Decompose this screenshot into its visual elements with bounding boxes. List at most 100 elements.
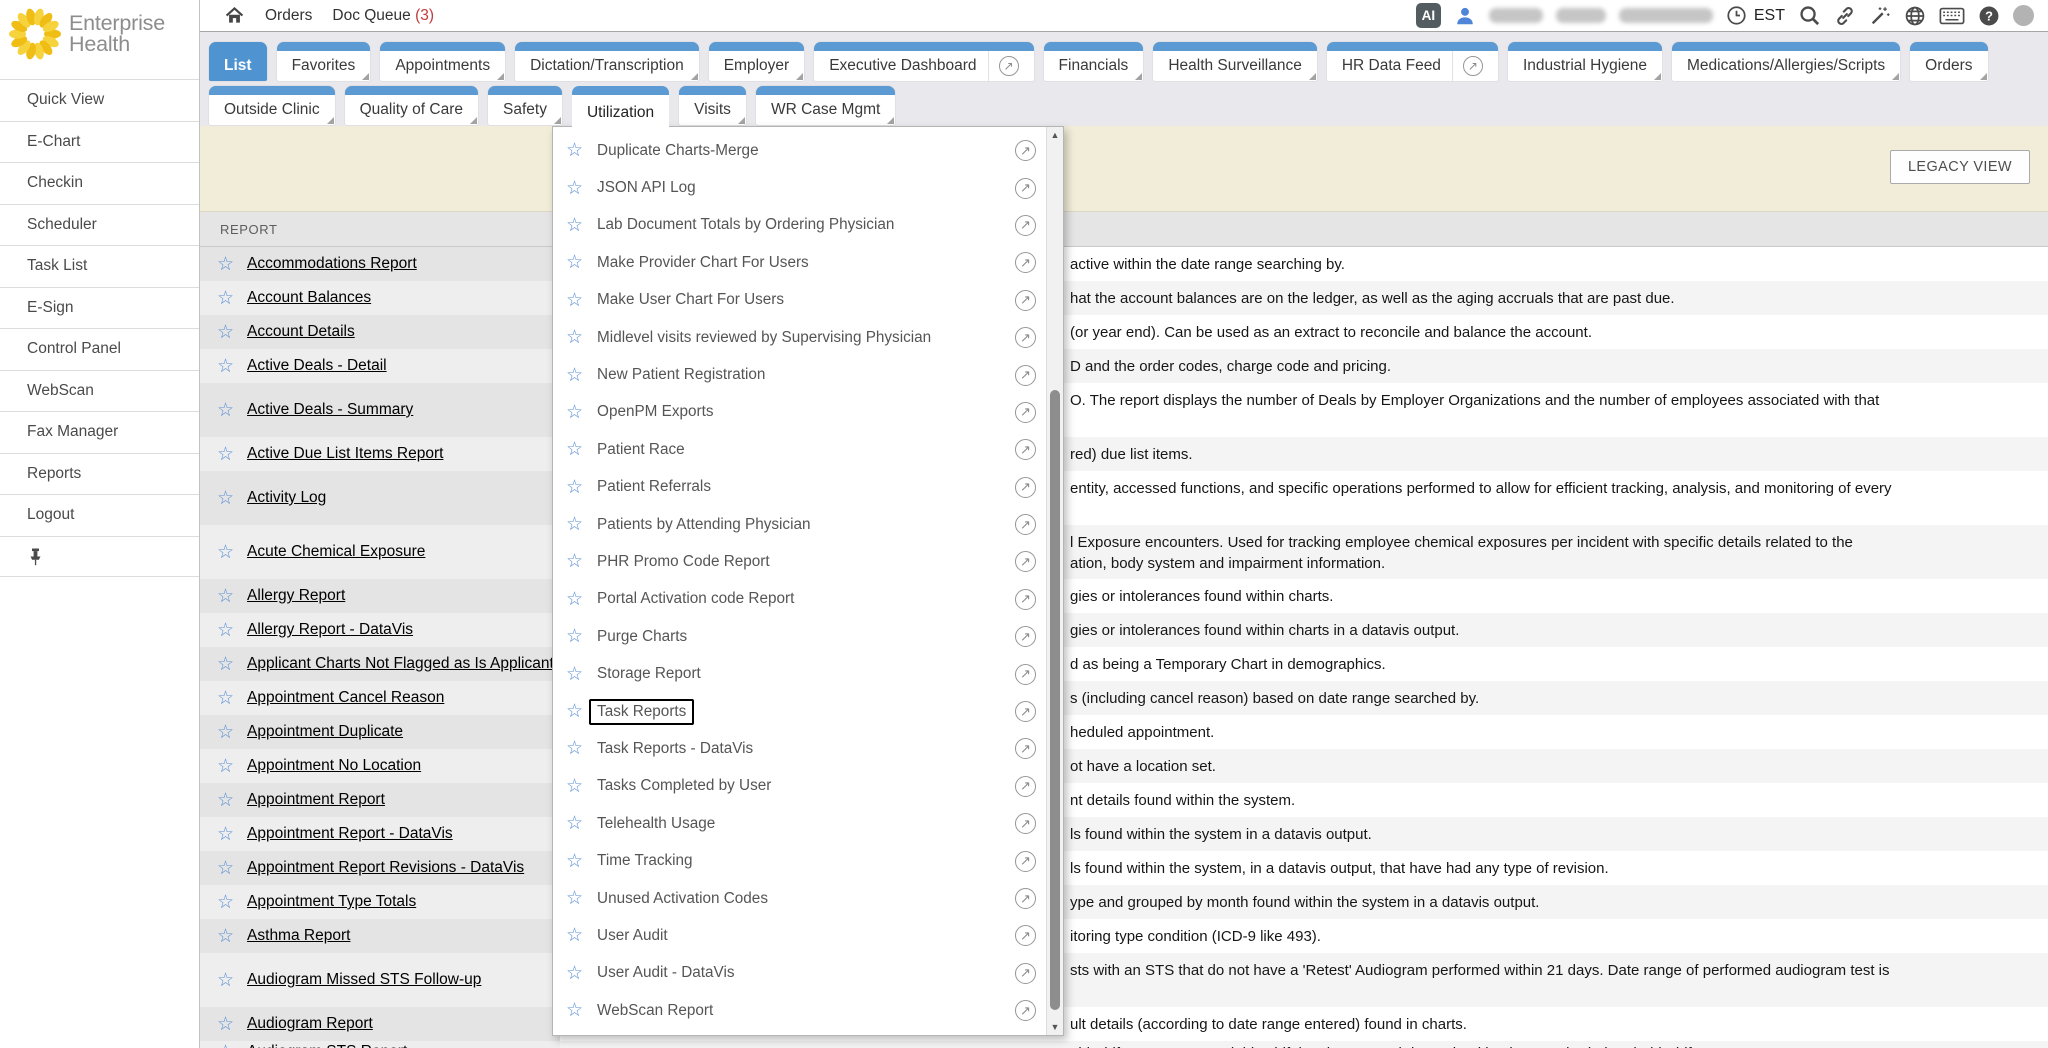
user-icon[interactable]: [1454, 5, 1476, 27]
tab-wr-case-mgmt[interactable]: WR Case Mgmt: [756, 86, 895, 125]
report-link[interactable]: Active Deals - Summary: [247, 401, 413, 419]
sidebar-item-task-list[interactable]: Task List: [0, 245, 199, 287]
favorite-star-icon[interactable]: ☆: [217, 255, 234, 274]
report-link[interactable]: Appointment Report - DataVis: [247, 825, 453, 843]
favorite-star-icon[interactable]: ☆: [566, 739, 583, 758]
dropdown-item-json-api-log[interactable]: ☆JSON API Log↗: [553, 169, 1063, 206]
favorite-star-icon[interactable]: ☆: [566, 253, 583, 272]
favorite-star-icon[interactable]: ☆: [217, 971, 234, 990]
dropdown-item-patient-referrals[interactable]: ☆Patient Referrals↗: [553, 469, 1063, 506]
report-link[interactable]: Audiogram Report: [247, 1015, 373, 1033]
open-in-new-window[interactable]: ↗: [1015, 252, 1036, 273]
wand-icon[interactable]: [1869, 5, 1891, 27]
favorite-star-icon[interactable]: ☆: [217, 489, 234, 508]
enterprise-health-logo[interactable]: Enterprise Health: [0, 0, 199, 67]
tab-medications-allergies-scripts[interactable]: Medications/Allergies/Scripts: [1672, 42, 1900, 81]
favorite-star-icon[interactable]: ☆: [566, 889, 583, 908]
external-link[interactable]: ↗: [1452, 51, 1483, 81]
sidebar-item-logout[interactable]: Logout: [0, 494, 199, 536]
open-in-new-window[interactable]: ↗: [1015, 514, 1036, 535]
dropdown-item-make-provider-chart-for-users[interactable]: ☆Make Provider Chart For Users↗: [553, 244, 1063, 281]
link-icon[interactable]: [1834, 5, 1856, 27]
legacy-view-button[interactable]: LEGACY VIEW: [1890, 150, 2030, 184]
open-in-new-window[interactable]: ↗: [1015, 215, 1036, 236]
dropdown-item-patients-by-attending-physician[interactable]: ☆Patients by Attending Physician↗: [553, 506, 1063, 543]
favorite-star-icon[interactable]: ☆: [217, 621, 234, 640]
orders-link[interactable]: Orders: [265, 7, 312, 25]
favorite-star-icon[interactable]: ☆: [566, 814, 583, 833]
favorite-star-icon[interactable]: ☆: [217, 757, 234, 776]
favorite-star-icon[interactable]: ☆: [566, 328, 583, 347]
open-in-new-window[interactable]: ↗: [1015, 664, 1036, 685]
favorite-star-icon[interactable]: ☆: [217, 323, 234, 342]
dropdown-item-task-reports-datavis[interactable]: ☆Task Reports - DataVis↗: [553, 730, 1063, 767]
dropdown-item-patient-race[interactable]: ☆Patient Race↗: [553, 431, 1063, 468]
report-link[interactable]: Allergy Report: [247, 587, 345, 605]
dropdown-item-make-user-chart-for-users[interactable]: ☆Make User Chart For Users↗: [553, 282, 1063, 319]
home-icon[interactable]: [224, 6, 245, 26]
open-in-new-window[interactable]: ↗: [1015, 1000, 1036, 1021]
dropdown-item-portal-activation-code-report[interactable]: ☆Portal Activation code Report↗: [553, 581, 1063, 618]
report-link[interactable]: Active Deals - Detail: [247, 357, 387, 375]
sidebar-item-e-chart[interactable]: E-Chart: [0, 121, 199, 163]
favorite-star-icon[interactable]: ☆: [566, 179, 583, 198]
favorite-star-icon[interactable]: ☆: [566, 403, 583, 422]
favorite-star-icon[interactable]: ☆: [566, 440, 583, 459]
search-icon[interactable]: [1798, 4, 1821, 27]
tab-employer[interactable]: Employer: [709, 42, 804, 81]
report-link[interactable]: Asthma Report: [247, 927, 350, 945]
favorite-star-icon[interactable]: ☆: [217, 543, 234, 562]
favorite-star-icon[interactable]: ☆: [566, 141, 583, 160]
open-in-new-window[interactable]: ↗: [1015, 290, 1036, 311]
tab-outside-clinic[interactable]: Outside Clinic: [209, 86, 335, 125]
report-link[interactable]: Appointment Report: [247, 791, 385, 809]
sidebar-item-checkin[interactable]: Checkin: [0, 162, 199, 204]
favorite-star-icon[interactable]: ☆: [217, 445, 234, 464]
scroll-down-icon[interactable]: ▼: [1047, 1019, 1063, 1035]
tab-list[interactable]: List: [209, 42, 267, 81]
favorite-star-icon[interactable]: ☆: [566, 852, 583, 871]
ai-assistant-badge[interactable]: AI: [1416, 3, 1441, 28]
tab-dictation-transcription[interactable]: Dictation/Transcription: [515, 42, 699, 81]
scroll-up-icon[interactable]: ▲: [1047, 127, 1063, 143]
open-in-new-window[interactable]: ↗: [1015, 589, 1036, 610]
open-in-new-window[interactable]: ↗: [1015, 365, 1036, 386]
report-link[interactable]: Account Balances: [247, 289, 371, 307]
dropdown-item-user-audit-datavis[interactable]: ☆User Audit - DataVis↗: [553, 955, 1063, 992]
report-link[interactable]: Appointment Report Revisions - DataVis: [247, 859, 524, 877]
open-in-new-window[interactable]: ↗: [1015, 551, 1036, 572]
dropdown-item-openpm-exports[interactable]: ☆OpenPM Exports↗: [553, 394, 1063, 431]
help-icon[interactable]: ?: [1978, 5, 2000, 27]
open-in-new-window[interactable]: ↗: [1015, 776, 1036, 797]
open-in-new-window[interactable]: ↗: [1015, 626, 1036, 647]
favorite-star-icon[interactable]: ☆: [566, 366, 583, 385]
report-link[interactable]: Audiogram Missed STS Follow-up: [247, 971, 481, 989]
favorite-star-icon[interactable]: ☆: [566, 777, 583, 796]
dropdown-item-new-patient-registration[interactable]: ☆New Patient Registration↗: [553, 356, 1063, 393]
dropdown-item-purge-charts[interactable]: ☆Purge Charts↗: [553, 618, 1063, 655]
favorite-star-icon[interactable]: ☆: [566, 1001, 583, 1020]
favorite-star-icon[interactable]: ☆: [566, 515, 583, 534]
tab-visits[interactable]: Visits: [679, 86, 746, 125]
report-link[interactable]: Allergy Report - DataVis: [247, 621, 413, 639]
open-in-new-window[interactable]: ↗: [1015, 327, 1036, 348]
open-in-new-window[interactable]: ↗: [1015, 178, 1036, 199]
favorite-star-icon[interactable]: ☆: [217, 791, 234, 810]
dropdown-item-time-tracking[interactable]: ☆Time Tracking↗: [553, 842, 1063, 879]
dropdown-item-task-reports[interactable]: ☆Task Reports↗: [553, 693, 1063, 730]
sidebar-item-scheduler[interactable]: Scheduler: [0, 204, 199, 246]
report-link[interactable]: Applicant Charts Not Flagged as Is Appli…: [247, 655, 554, 673]
sidebar-item-webscan[interactable]: WebScan: [0, 370, 199, 412]
open-in-new-window[interactable]: ↗: [1015, 851, 1036, 872]
favorite-star-icon[interactable]: ☆: [566, 926, 583, 945]
favorite-star-icon[interactable]: ☆: [217, 289, 234, 308]
favorite-star-icon[interactable]: ☆: [217, 587, 234, 606]
open-in-new-window[interactable]: ↗: [1015, 402, 1036, 423]
favorite-star-icon[interactable]: ☆: [566, 478, 583, 497]
dropdown-item-user-audit[interactable]: ☆User Audit↗: [553, 917, 1063, 954]
favorite-star-icon[interactable]: ☆: [217, 825, 234, 844]
dropdown-item-phr-promo-code-report[interactable]: ☆PHR Promo Code Report↗: [553, 543, 1063, 580]
tab-executive-dashboard[interactable]: Executive Dashboard↗: [814, 42, 1033, 81]
open-in-new-window[interactable]: ↗: [1015, 439, 1036, 460]
report-link[interactable]: Activity Log: [247, 489, 326, 507]
